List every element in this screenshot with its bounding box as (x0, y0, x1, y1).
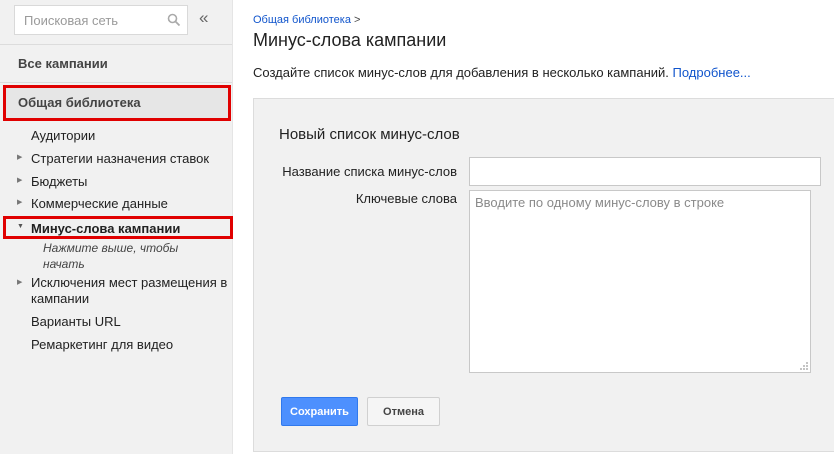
sidebar-item-video-remarketing[interactable]: Ремаркетинг для видео (31, 337, 173, 352)
search-icon[interactable] (167, 13, 181, 27)
keywords-textarea[interactable] (469, 190, 811, 373)
breadcrumb-library-link[interactable]: Общая библиотека (253, 14, 351, 26)
collapse-arrow-icon[interactable]: ▼ (17, 223, 24, 230)
sidebar-item-business-data[interactable]: Коммерческие данные (31, 196, 168, 211)
sidebar-item-label: Минус-слова кампании (31, 221, 181, 236)
list-name-label: Название списка минус-слов (282, 164, 457, 179)
sidebar-item-negative-keywords[interactable]: ▼ Минус-слова кампании (3, 216, 233, 239)
shared-library-link[interactable]: Общая библиотека (3, 85, 231, 121)
cancel-button[interactable]: Отмена (367, 397, 440, 426)
page-description: Создайте список минус-слов для добавлени… (253, 65, 751, 80)
collapse-sidebar-icon[interactable]: « (199, 9, 208, 27)
breadcrumb: Общая библиотека > (253, 14, 360, 26)
keywords-label: Ключевые слова (355, 191, 457, 206)
description-text: Создайте список минус-слов для добавлени… (253, 65, 669, 80)
sidebar-item-bid-strategies[interactable]: Стратегии назначения ставок (31, 151, 209, 166)
new-list-form: Новый список минус-слов Название списка … (253, 98, 834, 452)
page-title: Минус-слова кампании (253, 30, 447, 50)
sidebar-item-budgets[interactable]: Бюджеты (31, 174, 87, 189)
sidebar-item-audiences[interactable]: Аудитории (31, 128, 95, 143)
expand-arrow-icon[interactable]: ▶ (17, 198, 22, 206)
expand-arrow-icon[interactable]: ▶ (17, 153, 22, 161)
expand-arrow-icon[interactable]: ▶ (17, 176, 22, 184)
form-heading: Новый список минус-слов (279, 126, 460, 143)
divider (0, 82, 232, 83)
sidebar-item-placement-exclusions[interactable]: Исключения мест размещения в кампании (31, 275, 231, 307)
sidebar-item-url-options[interactable]: Варианты URL (31, 314, 121, 329)
sidebar: « Все кампании Общая библиотека Аудитори… (0, 0, 233, 454)
search-input[interactable] (15, 6, 155, 34)
divider (0, 44, 232, 45)
resize-handle-icon[interactable] (799, 361, 809, 371)
breadcrumb-separator: > (354, 14, 361, 26)
active-item-hint: Нажмите выше, чтобы начать (43, 241, 179, 271)
expand-arrow-icon[interactable]: ▶ (17, 278, 22, 286)
search-box (14, 5, 188, 35)
learn-more-link[interactable]: Подробнее... (673, 65, 751, 80)
list-name-input[interactable] (469, 157, 821, 186)
all-campaigns-link[interactable]: Все кампании (18, 56, 108, 71)
save-button[interactable]: Сохранить (281, 397, 358, 426)
